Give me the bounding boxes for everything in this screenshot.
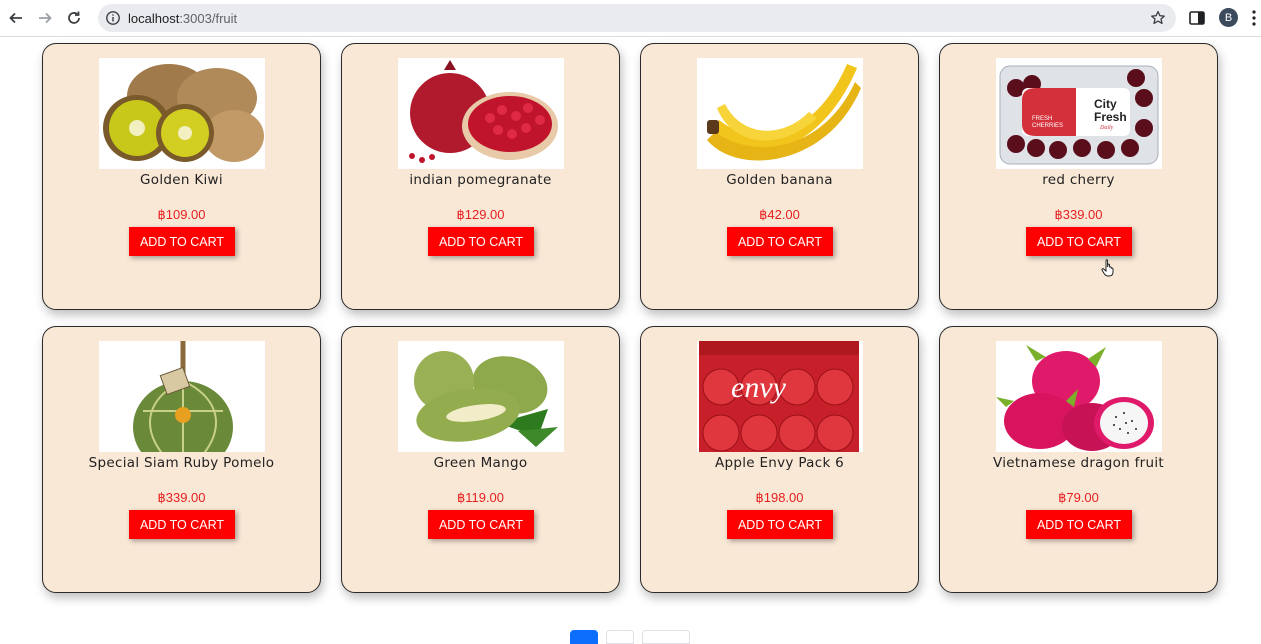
add-to-cart-button[interactable]: ADD TO CART [1026,510,1132,539]
product-price: ฿129.00 [456,207,505,222]
url-path: :3003/fruit [179,11,238,26]
product-name: Green Mango [433,455,528,471]
arrow-right-icon [39,12,52,24]
add-to-cart-button[interactable]: ADD TO CART [727,510,833,539]
info-icon[interactable] [105,10,121,26]
pomelo-icon [99,341,265,452]
browser-toolbar: localhost:3003/fruit B [0,0,1261,37]
hand-cursor-icon [1101,259,1114,277]
arrow-left-icon [9,12,22,24]
product-card: Golden banana ฿42.00 ADD TO CART [640,43,919,310]
reload-button[interactable] [63,7,85,29]
page-next-button[interactable] [642,630,690,644]
dragon-fruit-icon [996,341,1162,452]
product-card: envy Apple Envy Pack 6 ฿198.00 ADD TO CA… [640,326,919,593]
product-name: red cherry [1042,172,1115,188]
product-card: Vietnamese dragon fruit ฿79.00 ADD TO CA… [939,326,1218,593]
product-name: Vietnamese dragon fruit [992,455,1165,471]
add-to-cart-button[interactable]: ADD TO CART [1026,227,1132,256]
product-price: ฿198.00 [755,490,804,505]
product-price: ฿119.00 [456,490,505,505]
product-card: Special Siam Ruby Pomelo ฿339.00 ADD TO … [42,326,321,593]
banana-icon [697,58,863,169]
bookmark-star-icon[interactable] [1150,10,1166,26]
mango-icon [398,341,564,452]
add-to-cart-button[interactable]: ADD TO CART [129,510,235,539]
url-host: localhost [128,11,180,26]
product-card: Green Mango ฿119.00 ADD TO CART [341,326,620,593]
product-price: ฿339.00 [157,490,206,505]
page-button-active[interactable] [570,630,598,644]
address-bar[interactable]: localhost:3003/fruit [98,4,1176,32]
cherry-brand-line1: City [1094,97,1117,111]
profile-avatar[interactable]: B [1219,8,1238,27]
cherry-brand-line2: Fresh [1094,110,1127,124]
product-image-mango [398,341,564,452]
apple-pack-icon: envy [697,341,863,452]
product-name: Special Siam Ruby Pomelo [88,455,275,471]
product-price: ฿42.00 [759,207,800,222]
add-to-cart-button[interactable]: ADD TO CART [129,227,235,256]
pomegranate-icon [398,58,564,169]
kiwi-icon [99,58,265,169]
forward-button[interactable] [34,7,56,29]
product-card: indian pomegranate ฿129.00 ADD TO CART [341,43,620,310]
add-to-cart-button[interactable]: ADD TO CART [727,227,833,256]
product-price: ฿339.00 [1054,207,1103,222]
product-image-pomegranate [398,58,564,169]
apple-brand-text: envy [731,371,787,404]
product-image-pomelo [99,341,265,452]
product-image-banana [697,58,863,169]
product-price: ฿79.00 [1058,490,1099,505]
pagination [570,630,690,644]
cherry-brand-line3: Daily [1099,125,1114,131]
product-card: Golden Kiwi ฿109.00 ADD TO CART [42,43,321,310]
product-card: FRESH CHERRIES City Fresh Daily red cher… [939,43,1218,310]
cherry-tag-line2: CHERRIES [1032,123,1063,129]
back-button[interactable] [5,7,27,29]
cherry-tag-line1: FRESH [1032,116,1052,122]
more-menu-icon[interactable] [1250,9,1258,27]
product-image-cherry-pack: FRESH CHERRIES City Fresh Daily [996,58,1162,169]
product-image-apple-pack: envy [697,341,863,452]
add-to-cart-button[interactable]: ADD TO CART [428,227,534,256]
product-price: ฿109.00 [157,207,206,222]
cherry-pack-icon: FRESH CHERRIES City Fresh Daily [996,58,1162,169]
reload-icon [68,11,80,24]
page-button[interactable] [606,630,634,644]
product-name: Apple Envy Pack 6 [714,455,845,471]
add-to-cart-button[interactable]: ADD TO CART [428,510,534,539]
product-name: Golden banana [726,172,833,188]
side-panel-icon[interactable] [1188,9,1206,27]
product-name: indian pomegranate [409,172,552,188]
product-name: Golden Kiwi [140,172,223,188]
url-text: localhost:3003/fruit [128,11,237,26]
product-image-kiwi [99,58,265,169]
product-image-dragon-fruit [996,341,1162,452]
